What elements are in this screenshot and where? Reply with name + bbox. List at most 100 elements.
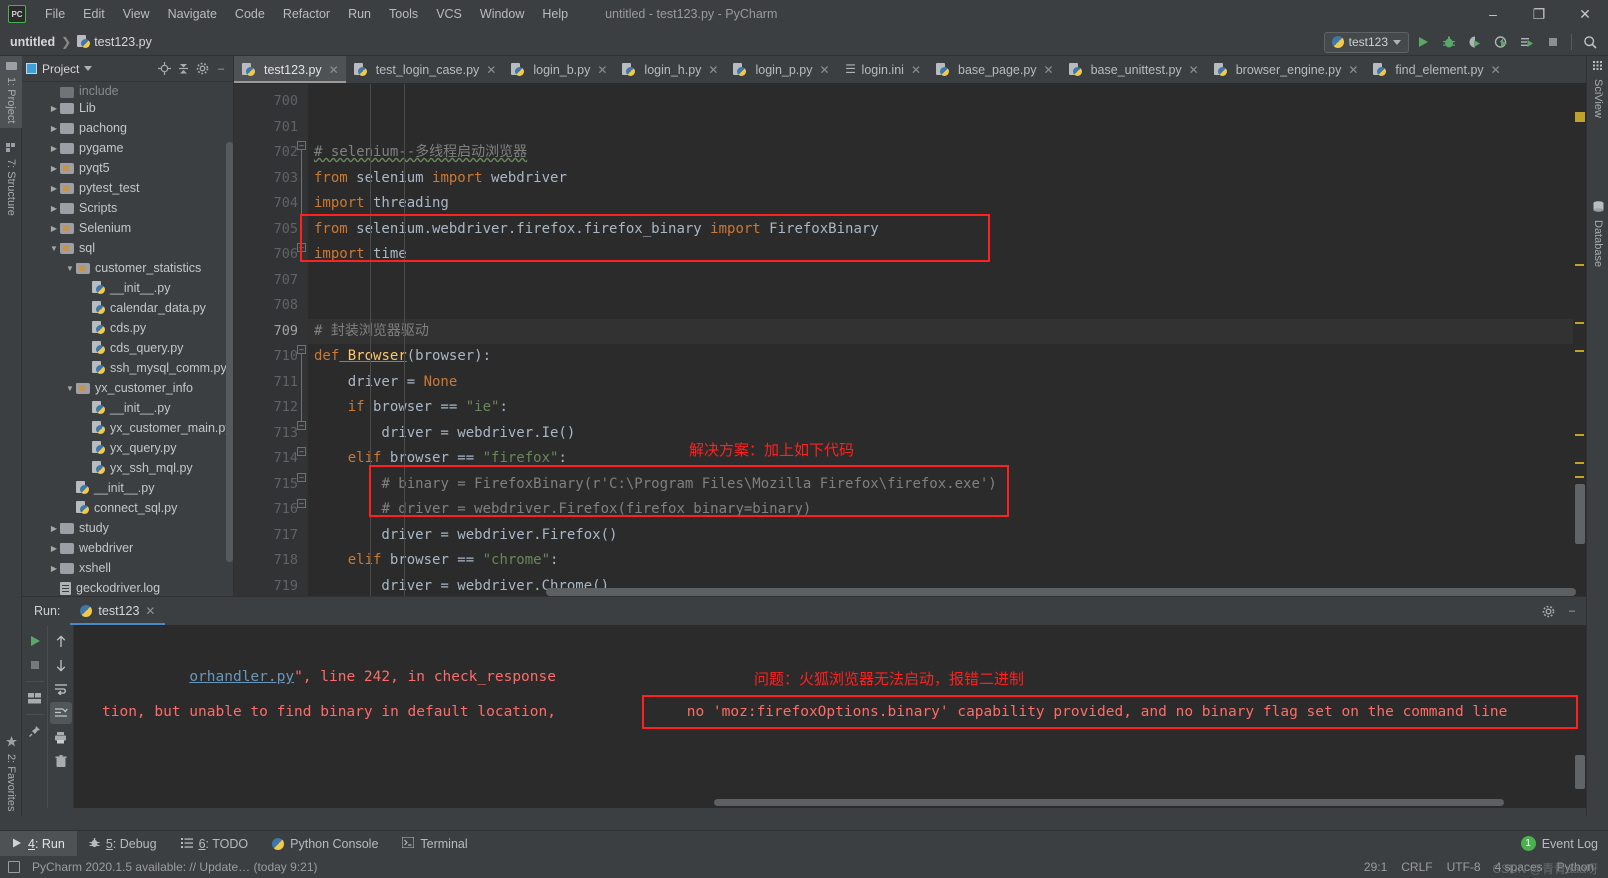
chevron-right-icon[interactable]: ▶	[48, 184, 60, 193]
fold-marker[interactable]: –	[297, 447, 306, 456]
target-icon[interactable]	[156, 61, 172, 77]
close-button[interactable]: ✕	[1562, 0, 1608, 28]
rerun-icon[interactable]	[24, 630, 46, 652]
close-icon[interactable]: ✕	[1348, 63, 1358, 77]
hscroll-thumb[interactable]	[546, 588, 1576, 596]
tree-node[interactable]: ▶ pygame	[22, 138, 233, 158]
code-line[interactable]: # 封装浏览器驱动	[308, 318, 1586, 344]
run-tests-button[interactable]	[1515, 30, 1539, 54]
code-line[interactable]: from selenium import webdriver	[308, 166, 1586, 192]
close-icon[interactable]: ✕	[145, 604, 155, 618]
run-console[interactable]: orhandler.py", line 242, in check_respon…	[74, 625, 1586, 808]
chevron-right-icon[interactable]: ▶	[48, 164, 60, 173]
code-line[interactable]: # binary = FirefoxBinary(r'C:\Program Fi…	[308, 472, 1586, 498]
fold-marker[interactable]: –	[297, 243, 306, 252]
code-line[interactable]	[308, 89, 1586, 115]
tree-node[interactable]: geckodriver.log	[22, 578, 233, 596]
editor-tab-test_login_case-py[interactable]: test_login_case.py ✕	[346, 56, 504, 83]
run-tab-test123[interactable]: test123 ✕	[70, 597, 166, 625]
event-log-label[interactable]: Event Log	[1542, 837, 1598, 851]
tree-node[interactable]: include	[22, 84, 233, 98]
tree-node[interactable]: ▶ webdriver	[22, 538, 233, 558]
tree-node[interactable]: ▼ sql	[22, 238, 233, 258]
editor-tab-login_p-py[interactable]: login_p.py ✕	[725, 56, 836, 83]
close-icon[interactable]: ✕	[819, 63, 829, 77]
close-icon[interactable]: ✕	[911, 63, 921, 77]
console-hscroll-thumb[interactable]	[714, 799, 1504, 806]
sidebar-item-sciview[interactable]: SciView	[1587, 56, 1608, 123]
chevron-right-icon[interactable]: ▶	[48, 144, 60, 153]
sidebar-item-structure[interactable]: 7: Structure	[0, 138, 22, 221]
console-vertical-scrollbar[interactable]	[1573, 625, 1586, 808]
search-icon[interactable]	[1578, 30, 1602, 54]
tree-node[interactable]: ▶ Lib	[22, 98, 233, 118]
caret-position[interactable]: 29:1	[1358, 860, 1393, 874]
tree-node[interactable]: ▼ yx_customer_info	[22, 378, 233, 398]
code-editor[interactable]: – – – – – – – 700 701 702 703 704 705 706 707 70…	[234, 84, 1586, 596]
tree-node[interactable]: ▶ pytest_test	[22, 178, 233, 198]
tree-node[interactable]: __init__.py	[22, 478, 233, 498]
chevron-right-icon[interactable]: ▶	[48, 124, 60, 133]
tab-terminal[interactable]: Terminal	[390, 831, 479, 857]
menu-window[interactable]: Window	[471, 4, 533, 24]
close-icon[interactable]: ✕	[708, 63, 718, 77]
tree-node[interactable]: yx_ssh_mql.py	[22, 458, 233, 478]
event-log-area[interactable]: 1 Event Log	[1520, 836, 1608, 851]
code-line[interactable]: if browser == "ie":	[308, 395, 1586, 421]
editor-tab-base_page-py[interactable]: base_page.py ✕	[928, 56, 1061, 83]
tree-node[interactable]: ▶ Selenium	[22, 218, 233, 238]
tree-node[interactable]: __init__.py	[22, 398, 233, 418]
code-line[interactable]: from selenium.webdriver.firefox.firefox_…	[308, 217, 1586, 243]
tree-node[interactable]: ▶ study	[22, 518, 233, 538]
scroll-to-end-icon[interactable]	[49, 702, 72, 724]
menu-navigate[interactable]: Navigate	[159, 4, 226, 24]
breadcrumb-file[interactable]: test123.py	[94, 35, 152, 49]
tree-node[interactable]: cds.py	[22, 318, 233, 338]
project-tree-scrollbar[interactable]	[226, 142, 233, 562]
editor-tab-browser_engine-py[interactable]: browser_engine.py ✕	[1206, 56, 1366, 83]
menu-vcs[interactable]: VCS	[427, 4, 471, 24]
code-line[interactable]	[308, 293, 1586, 319]
tree-node[interactable]: calendar_data.py	[22, 298, 233, 318]
collapse-all-icon[interactable]	[175, 61, 191, 77]
tree-node[interactable]: yx_customer_main.py	[22, 418, 233, 438]
chevron-right-icon[interactable]: ▶	[48, 524, 60, 533]
tree-node[interactable]: ▶ pyqt5	[22, 158, 233, 178]
console-vscroll-thumb[interactable]	[1575, 755, 1585, 789]
gear-icon[interactable]	[1540, 603, 1556, 619]
run-button[interactable]	[1411, 30, 1435, 54]
hide-panel-icon[interactable]: –	[1564, 603, 1580, 619]
tree-node[interactable]: yx_query.py	[22, 438, 233, 458]
tab-python-console[interactable]: Python Console	[260, 831, 390, 857]
code-line[interactable]: def Browser(browser):	[308, 344, 1586, 370]
hide-panel-icon[interactable]: –	[213, 61, 229, 77]
layout-icon[interactable]	[24, 687, 46, 709]
tree-node[interactable]: cds_query.py	[22, 338, 233, 358]
tree-node[interactable]: ▶ xshell	[22, 558, 233, 578]
chevron-right-icon[interactable]: ▶	[48, 224, 60, 233]
menu-tools[interactable]: Tools	[380, 4, 427, 24]
project-tree[interactable]: include ▶ Lib ▶ pachong ▶ pygame ▶ pyqt5 ▶ pytest_…	[22, 82, 233, 596]
tree-node[interactable]: connect_sql.py	[22, 498, 233, 518]
editor-tab-login-ini[interactable]: ☰ login.ini ✕	[837, 56, 928, 83]
fold-marker[interactable]: –	[297, 499, 306, 508]
tab-debug[interactable]: 5: Debug	[77, 831, 169, 857]
close-icon[interactable]: ✕	[486, 63, 496, 77]
tree-node[interactable]: ▶ pachong	[22, 118, 233, 138]
code-line[interactable]: driver = webdriver.Ie()	[308, 421, 1586, 447]
code-line[interactable]: driver = webdriver.Firefox()	[308, 523, 1586, 549]
chevron-right-icon[interactable]: ▶	[48, 564, 60, 573]
menu-refactor[interactable]: Refactor	[274, 4, 339, 24]
notification-icon[interactable]	[8, 861, 20, 873]
menu-run[interactable]: Run	[339, 4, 380, 24]
sidebar-item-favorites[interactable]: 2: Favorites	[0, 731, 22, 816]
menu-edit[interactable]: Edit	[74, 4, 114, 24]
chevron-right-icon[interactable]: ▶	[48, 204, 60, 213]
console-stacktrace-link[interactable]: orhandler.py	[189, 669, 294, 685]
profile-button[interactable]	[1489, 30, 1513, 54]
code-line[interactable]: elif browser == "chrome":	[308, 548, 1586, 574]
editor-tab-base_unittest-py[interactable]: base_unittest.py ✕	[1061, 56, 1206, 83]
close-icon[interactable]: ✕	[597, 63, 607, 77]
pin-icon[interactable]	[24, 720, 46, 742]
code-line[interactable]	[308, 115, 1586, 141]
